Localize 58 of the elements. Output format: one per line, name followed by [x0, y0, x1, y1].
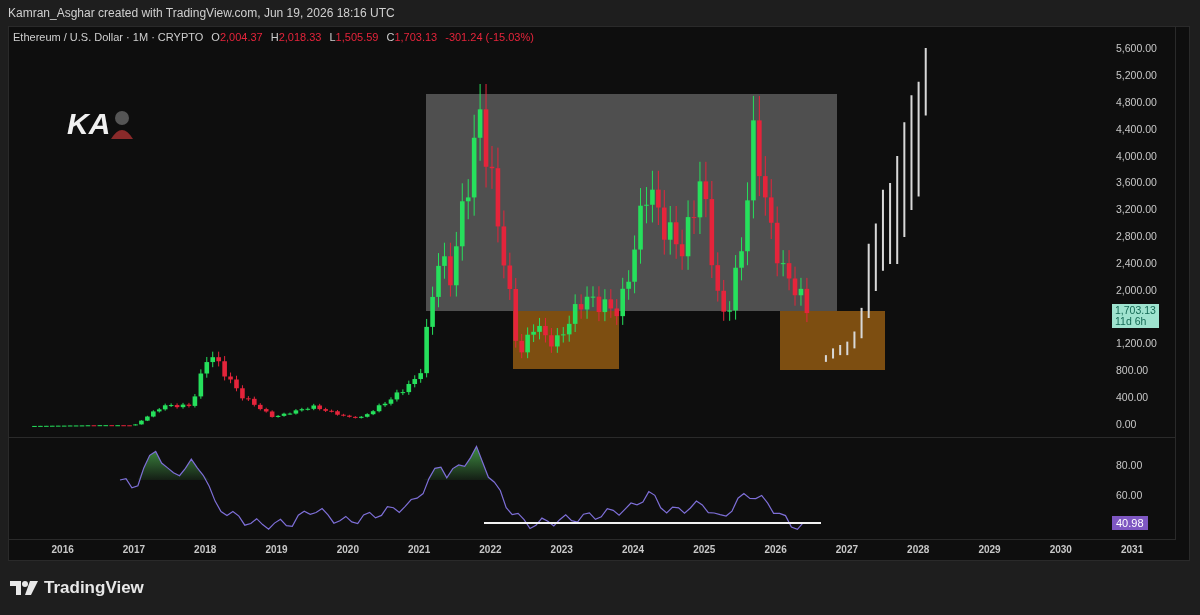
price-label: 400.00 — [1115, 390, 1149, 403]
price-label: 4,000.00 — [1115, 149, 1157, 162]
price-label: 5,600.00 — [1115, 42, 1157, 55]
price-label: 4,400.00 — [1115, 122, 1157, 135]
ohlc-value: 2,004.37 — [219, 31, 263, 43]
change-value: -301.24 (-15.03%) — [445, 31, 534, 43]
ohlc-label: C — [386, 31, 395, 43]
price-label: 3,600.00 — [1115, 176, 1157, 189]
ohlc-label: H — [270, 31, 279, 43]
ohlc-label: O — [211, 31, 220, 43]
year-label: 2028 — [906, 543, 931, 557]
year-label: 2017 — [121, 543, 147, 557]
brand-name: TradingView — [44, 578, 144, 598]
projection-bar — [832, 348, 835, 359]
year-label: 2016 — [50, 543, 75, 557]
price-label: 2,800.00 — [1115, 229, 1157, 242]
year-label: 2022 — [478, 543, 503, 557]
year-label: 2019 — [264, 543, 289, 557]
price-label: 3,200.00 — [1115, 203, 1157, 216]
price-label: 2,400.00 — [1115, 256, 1157, 269]
year-label: 2020 — [335, 543, 360, 557]
year-label: 2024 — [620, 543, 646, 557]
year-label: 2023 — [549, 543, 574, 557]
last-price-value: 1,703.13 — [1115, 305, 1156, 317]
year-label: 2027 — [834, 543, 860, 557]
price-label: 5,200.00 — [1115, 69, 1157, 82]
projection-bar — [824, 355, 827, 362]
price-label: 1,200.00 — [1115, 337, 1157, 350]
countdown-value: 11d 6h — [1115, 316, 1147, 328]
brand-logo-icon — [10, 580, 38, 596]
projection-bar — [853, 331, 856, 349]
projection-bar — [846, 341, 849, 356]
year-label: 2018 — [193, 543, 218, 557]
year-label: 2031 — [1119, 543, 1145, 557]
ohlc-label: L — [329, 31, 336, 43]
logo-text: KA — [67, 107, 111, 141]
chart-caption: Kamran_Asghar created with TradingView.com, Jun 19, 2026 18:16 UTC — [8, 6, 395, 20]
year-label: 2021 — [407, 543, 432, 557]
avatar-silhouette-icon — [110, 109, 135, 139]
ohlc-value: 1,703.13 — [394, 31, 438, 43]
projection-bar — [860, 307, 863, 339]
projection-bar — [839, 345, 842, 356]
rsi-label: 80.00 — [1115, 459, 1143, 471]
price-label: 0.00 — [1115, 417, 1137, 430]
ohlc-value: 2,018.33 — [278, 31, 322, 43]
year-label: 2029 — [977, 543, 1002, 557]
price-label: 800.00 — [1115, 363, 1149, 376]
year-label: 2030 — [1048, 543, 1073, 557]
price-label: 4,800.00 — [1115, 96, 1157, 108]
rsi-value-tag: 40.98 — [1112, 516, 1148, 530]
symbol-title: Ethereum / U.S. Dollar · 1M · CRYPTO — [13, 31, 204, 43]
ohlc-value: 1,505.59 — [335, 31, 379, 43]
year-label: 2026 — [763, 543, 788, 557]
projection-bar — [924, 48, 927, 116]
price-label: 2,000.00 — [1115, 283, 1157, 296]
year-label: 2025 — [692, 543, 717, 557]
rsi-label: 60.00 — [1115, 489, 1143, 501]
projection-bar — [874, 223, 877, 291]
